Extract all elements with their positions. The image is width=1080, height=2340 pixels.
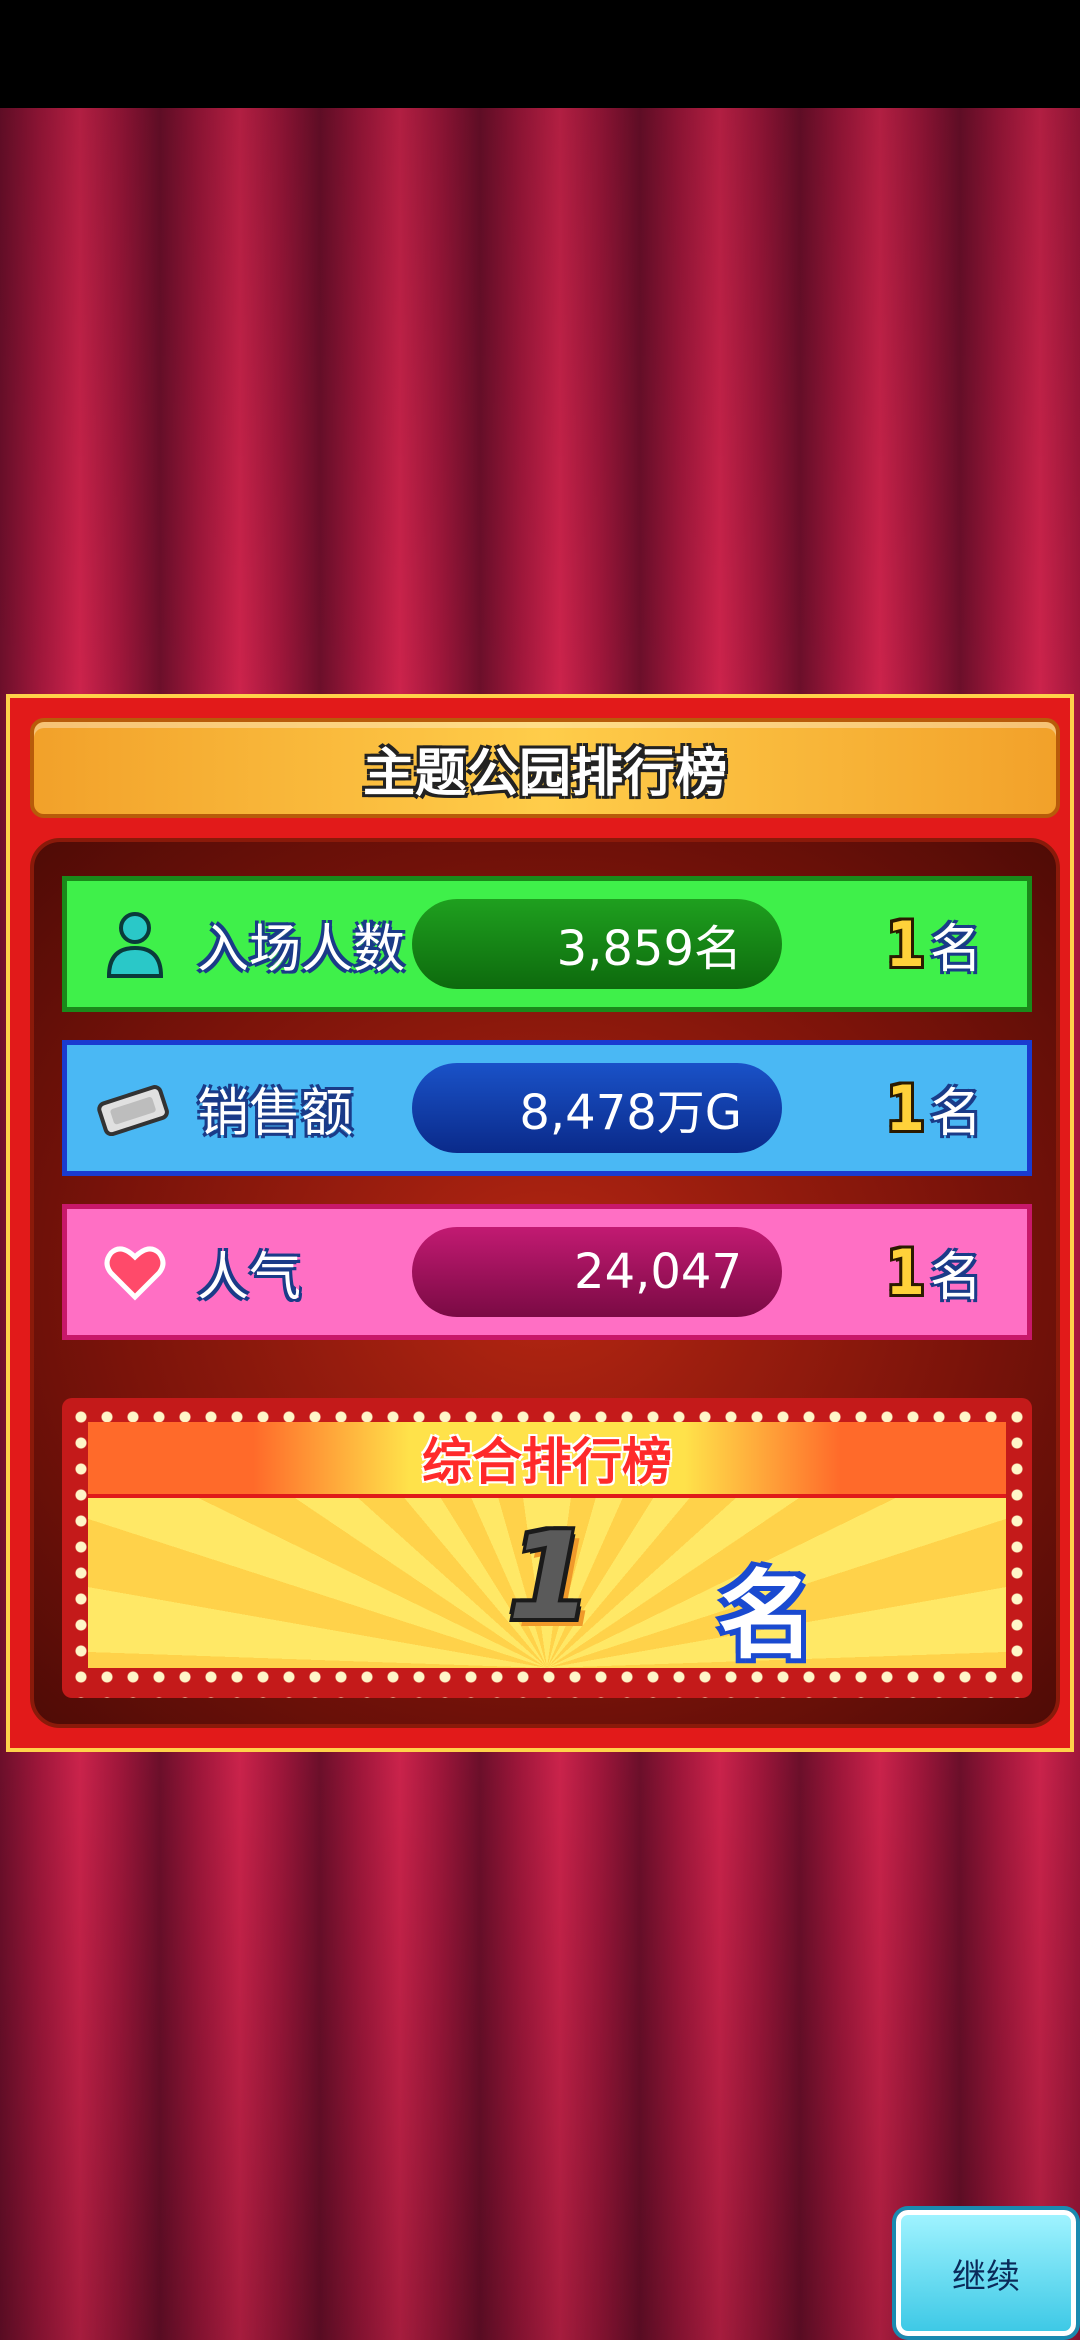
popularity-rank-number: 1 [886,1236,924,1309]
overall-rank-display: 1 名 [88,1498,1006,1668]
sales-row: 销售额 8,478万G 1 名 [62,1040,1032,1176]
attendance-row: 入场人数 3,859名 1 名 [62,876,1032,1012]
overall-rank-number: 1 [508,1508,592,1647]
panel-title: 主题公园排行榜 [362,743,727,804]
attendance-label: 入场人数 [197,919,406,980]
attendance-value: 3,859名 [556,921,742,977]
popularity-label: 人气 [197,1247,302,1308]
ranking-content: 入场人数 3,859名 1 名 销售额 8,478万G 1 名 人气 24,04… [30,838,1060,1728]
money-icon [95,1068,175,1148]
continue-button-label: 继续 [952,2256,1020,2297]
heart-icon [95,1232,175,1312]
continue-button[interactable]: 继续 [896,2210,1076,2336]
overall-title-bar: 综合排行榜 [88,1422,1006,1498]
popularity-row: 人气 24,047 1 名 [62,1204,1032,1340]
ranking-panel: 主题公园排行榜 入场人数 3,859名 1 名 销售额 8,478万G 1 名 … [6,694,1074,1752]
overall-title: 综合排行榜 [422,1433,672,1491]
popularity-value: 24,047 [574,1244,742,1300]
sales-value: 8,478万G [519,1085,742,1141]
sales-label: 销售额 [197,1083,354,1144]
person-icon [95,904,175,984]
popularity-rank: 1 名 [887,1235,982,1310]
overall-rank-unit: 名 [718,1560,814,1668]
attendance-value-pill: 3,859名 [412,899,782,989]
overall-ranking-box: 综合排行榜 1 名 [62,1398,1032,1698]
sales-value-pill: 8,478万G [412,1063,782,1153]
attendance-rank-unit: 名 [929,920,982,980]
attendance-rank-number: 1 [886,908,924,981]
sales-rank: 1 名 [887,1071,982,1146]
panel-title-bar: 主题公园排行榜 [30,718,1060,818]
attendance-rank: 1 名 [887,907,982,982]
popularity-rank-unit: 名 [929,1248,982,1308]
sales-rank-number: 1 [886,1072,924,1145]
popularity-value-pill: 24,047 [412,1227,782,1317]
sales-rank-unit: 名 [929,1084,982,1144]
status-bar [0,0,1080,108]
